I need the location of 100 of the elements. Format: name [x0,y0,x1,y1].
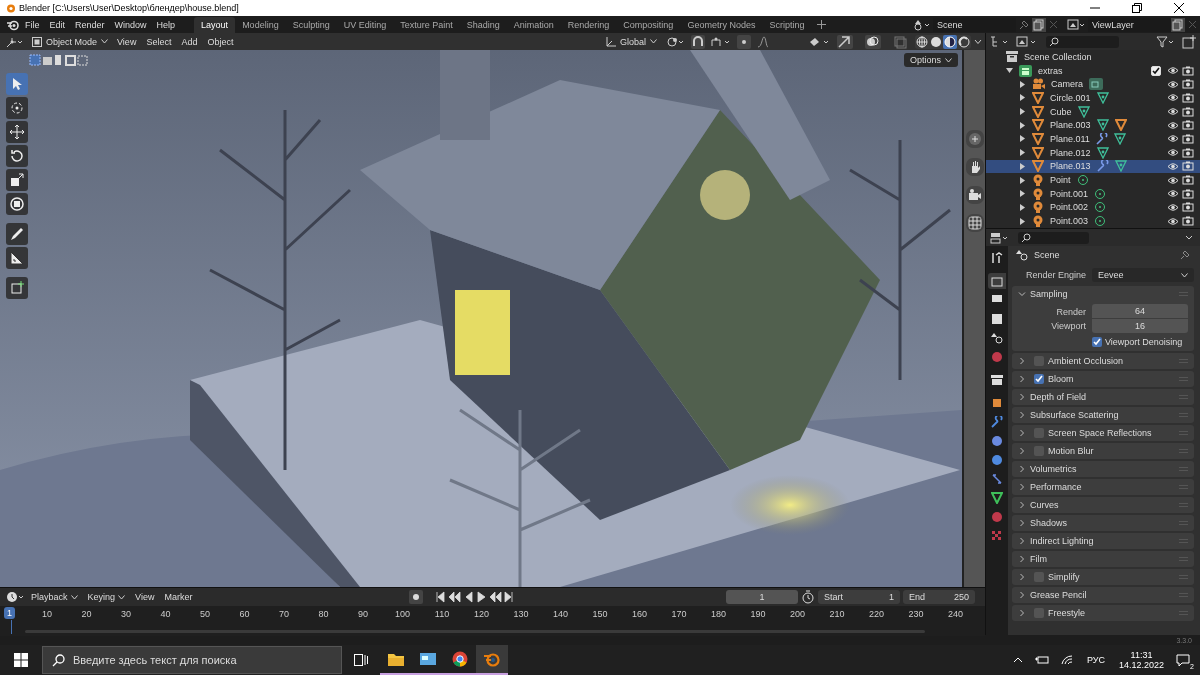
object-name[interactable]: Circle.001 [1050,92,1091,103]
clock-date[interactable]: 14.12.2022 [1118,660,1164,670]
camera-icon[interactable] [1182,92,1194,103]
restore-icon[interactable] [1132,3,1142,13]
taskbar-search-field[interactable]: Введите здесь текст для поиска [42,646,342,674]
battery-icon[interactable] [1034,655,1049,665]
object-name[interactable]: Plane.011 [1050,133,1090,144]
add-icon[interactable] [817,20,827,29]
clock-icon[interactable] [6,591,26,603]
material-shading-button[interactable] [943,34,957,49]
record-icon[interactable] [408,590,423,604]
blender-app-button[interactable] [476,645,508,675]
mesh-data-icon[interactable] [1113,132,1126,145]
panel-title[interactable]: Bloom [1048,374,1074,384]
wrench-icon[interactable] [1095,132,1108,145]
mesh-data-icon[interactable] [1077,105,1090,118]
workspace-tab[interactable]: Texture Paint [393,16,460,33]
wrench-icon[interactable] [1096,160,1109,173]
move-tool-button[interactable] [6,121,28,143]
new-collection-icon[interactable] [1182,34,1196,49]
eye-icon[interactable] [1167,161,1179,171]
task-view-icon[interactable] [354,654,368,666]
solid-shading-button[interactable] [929,34,943,49]
chevron-icon[interactable] [1018,290,1026,298]
wireframe-shading-button[interactable] [915,34,929,49]
workspace-tab[interactable]: Sculpting [285,16,337,33]
eye-icon[interactable] [1167,189,1179,199]
caret-icon[interactable] [974,38,982,45]
object-name[interactable]: Cube [1050,106,1072,117]
object-name[interactable]: Point.002 [1050,202,1089,213]
clock-time[interactable]: 11:31 [1130,650,1153,660]
chevron-icon[interactable] [1018,357,1026,365]
grid-icon[interactable] [965,214,984,232]
stopwatch-icon[interactable] [801,590,815,604]
collection-name[interactable]: Scene Collection [1024,51,1092,62]
panel-title[interactable]: Subsurface Scattering [1030,410,1119,420]
light-data-icon[interactable] [1094,187,1107,200]
chevron-icon[interactable] [1018,465,1026,473]
editor-type-icon[interactable] [6,35,24,48]
add-cube-tool-button[interactable] [6,277,28,299]
panel-title[interactable]: Volumetrics [1030,464,1077,474]
eye-icon[interactable] [1167,93,1179,103]
start-frame-field[interactable]: Start 1 [818,590,900,604]
end-frame-field[interactable]: End 250 [903,590,975,604]
menu-item[interactable]: Select [141,36,177,47]
panel-title[interactable]: Motion Blur [1048,446,1094,456]
menu-dropdown[interactable]: Playback [26,592,83,602]
menu-item[interactable]: Render [70,19,110,30]
overlays-icon[interactable] [865,34,881,49]
camera-icon[interactable] [1182,106,1194,117]
chevron-up-icon[interactable] [1012,657,1023,663]
camera-icon[interactable] [1182,161,1194,172]
object-name[interactable]: Point [1050,175,1071,186]
menu-item[interactable]: View [112,36,142,47]
search-field[interactable] [1018,231,1089,244]
chevron-icon[interactable] [1018,393,1026,401]
chevron-icon[interactable] [1018,537,1026,545]
windows-start-icon[interactable] [14,653,28,667]
render-engine-dropdown[interactable]: Eevee [1092,268,1194,282]
object-name[interactable]: Plane.003 [1050,120,1091,131]
collection-tab[interactable] [988,372,1006,388]
panel-title[interactable]: Performance [1030,482,1082,492]
number-field[interactable]: 16 [1092,319,1188,333]
panel-title[interactable]: Ambient Occlusion [1048,356,1124,366]
camera-icon[interactable] [1182,188,1194,199]
light-data-icon[interactable] [1076,174,1089,187]
workspace-tab[interactable]: Animation [506,16,561,33]
annotate-tool-button[interactable] [6,223,28,245]
mesh-data-icon[interactable] [1114,160,1127,173]
mode-dropdown[interactable]: Object Mode [28,34,113,49]
gizmo-icon[interactable] [837,34,853,49]
panel-title[interactable]: Curves [1030,500,1059,510]
camera-icon[interactable] [1182,175,1194,186]
camera-icon[interactable] [1182,79,1194,90]
cursor-tool-button[interactable] [6,97,28,119]
menu-item[interactable]: View [130,592,160,602]
camera-icon[interactable] [1182,147,1194,158]
menu-item[interactable]: Window [109,19,152,30]
language-indicator[interactable]: РУС [1086,655,1105,665]
chevron-icon[interactable] [1018,609,1026,617]
eye-icon[interactable] [1167,216,1179,226]
playback-controls-icon[interactable] [434,591,515,603]
mesh-data-icon[interactable] [1096,146,1109,159]
proportional-edit-icon[interactable] [737,34,751,49]
eye-icon[interactable] [1167,66,1179,76]
object-name[interactable]: Point.003 [1050,216,1089,227]
object-name[interactable]: Point.001 [1050,188,1089,199]
workspace-tab[interactable]: Rendering [560,16,617,33]
panel-title[interactable]: Sampling [1030,289,1068,299]
filter-icon[interactable] [1156,35,1176,48]
mesh-data-icon[interactable] [1096,91,1109,104]
workspace-tab[interactable]: Modeling [235,16,286,33]
workspace-tab[interactable]: Geometry Nodes [680,16,763,33]
menu-item[interactable]: Edit [44,19,71,30]
object-name[interactable]: Plane.012 [1050,147,1091,158]
panel-title[interactable]: Depth of Field [1030,392,1087,402]
current-frame-field[interactable]: 1 [726,590,798,604]
panel-title[interactable]: Screen Space Reflections [1048,428,1152,438]
display-mode-icon[interactable] [1016,35,1038,48]
chevron-icon[interactable] [1018,411,1026,419]
